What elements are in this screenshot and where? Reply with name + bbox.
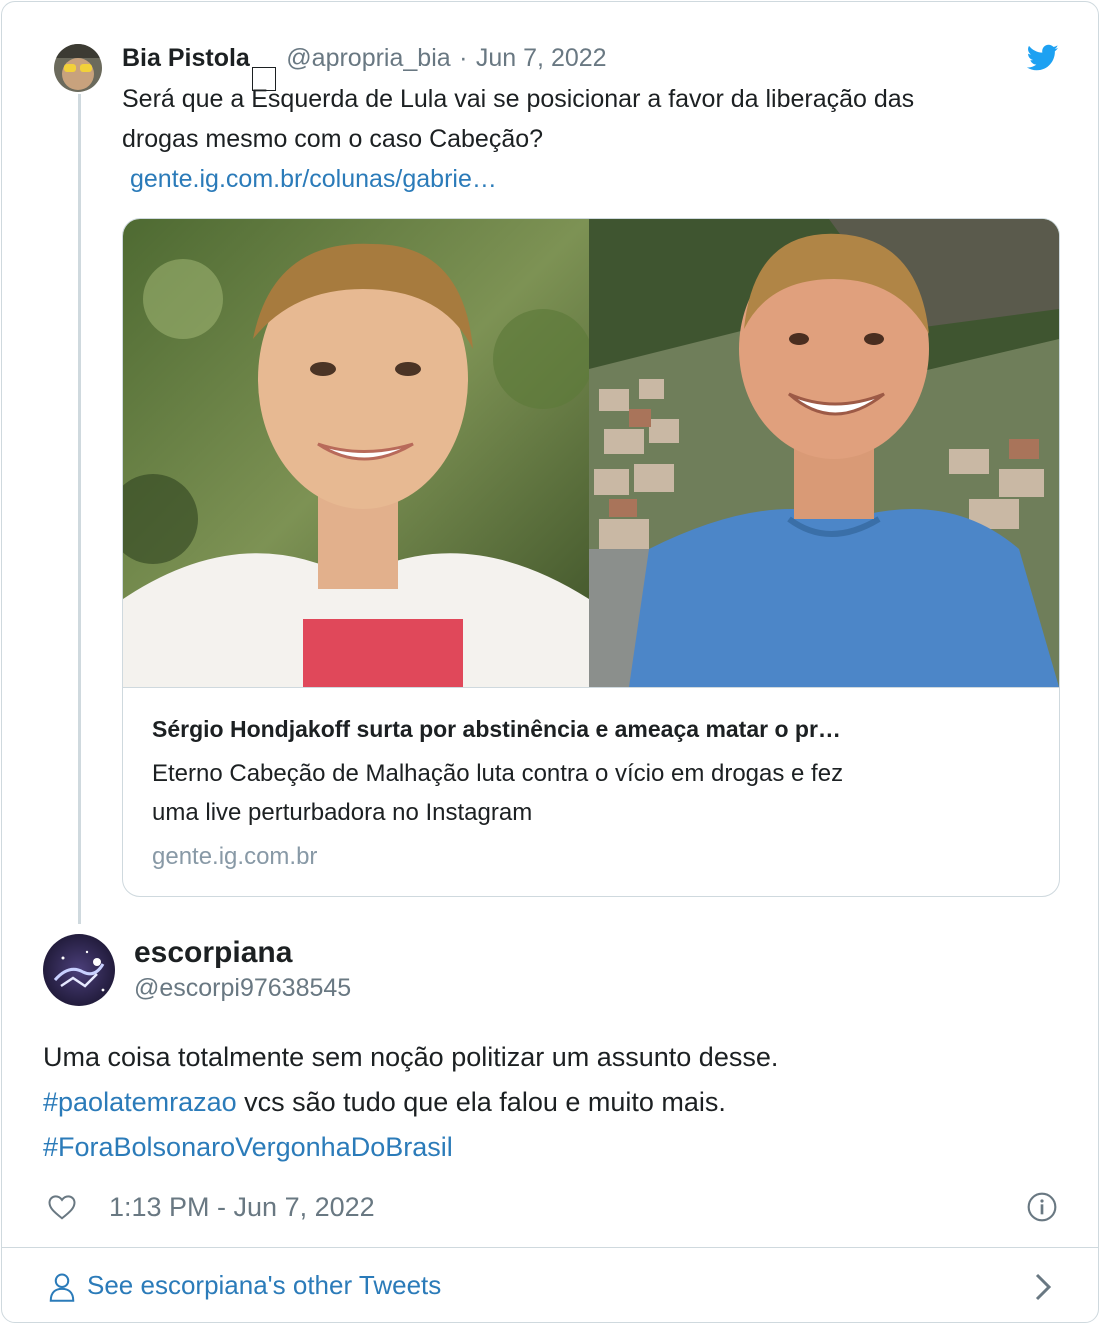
link-preview-card[interactable]: Sérgio Hondjakoff surta por abstinência … [122, 218, 1060, 897]
tweet-embed-card: Bia Pistola @apropria_bia · Jun 7, 2022 … [1, 1, 1099, 1323]
person-icon [47, 1270, 77, 1304]
heart-icon[interactable] [47, 1192, 77, 1222]
main-author-handle[interactable]: @escorpi97638545 [134, 974, 351, 1003]
chevron-right-icon [1033, 1272, 1053, 1302]
main-text-line-2: vcs são tudo que ela falou e muito mais. [236, 1087, 726, 1117]
hashtag-paolatemrazao[interactable]: #paolatemrazao [43, 1087, 237, 1117]
preview-domain: gente.ig.com.br [152, 843, 318, 870]
preview-photo-left [123, 219, 593, 687]
preview-divider [123, 687, 1059, 688]
quoted-text-line-1: Será que a Esquerda de Lula vai se posic… [122, 85, 915, 113]
tweet-timestamp[interactable]: 1:13 PM - Jun 7, 2022 [109, 1192, 375, 1223]
preview-description-line-2: uma live perturbadora no Instagram [152, 799, 533, 826]
preview-description-line-1: Eterno Cabeção de Malhação luta contra o… [152, 760, 844, 787]
quoted-separator: · [459, 44, 468, 72]
see-more-tweets-link[interactable]: See escorpiana's other Tweets [47, 1268, 1057, 1308]
quoted-article-link[interactable]: gente.ig.com.br/colunas/gabrie… [130, 165, 497, 193]
quoted-author-avatar[interactable] [54, 44, 102, 92]
quoted-text-line-2: drogas mesmo com o caso Cabeção? [122, 125, 544, 153]
hashtag-forabolsonaro[interactable]: #ForaBolsonaroVergonhaDoBrasil [43, 1132, 453, 1162]
see-more-tweets-label: See escorpiana's other Tweets [87, 1270, 442, 1300]
main-text-line-1: Uma coisa totalmente sem noção politizar… [43, 1042, 779, 1072]
quoted-author-name[interactable]: Bia Pistola [122, 44, 250, 72]
thread-line [78, 94, 81, 924]
preview-title[interactable]: Sérgio Hondjakoff surta por abstinência … [152, 716, 1032, 743]
preview-photo-right [589, 219, 1059, 687]
footer-divider [2, 1247, 1098, 1248]
main-author-name[interactable]: escorpiana [134, 936, 292, 970]
main-author-avatar[interactable] [43, 934, 115, 1006]
quoted-date[interactable]: Jun 7, 2022 [476, 44, 607, 72]
info-icon[interactable] [1026, 1191, 1058, 1223]
quoted-author-handle[interactable]: @apropria_bia [286, 44, 450, 72]
twitter-bird-icon[interactable] [1026, 44, 1059, 72]
